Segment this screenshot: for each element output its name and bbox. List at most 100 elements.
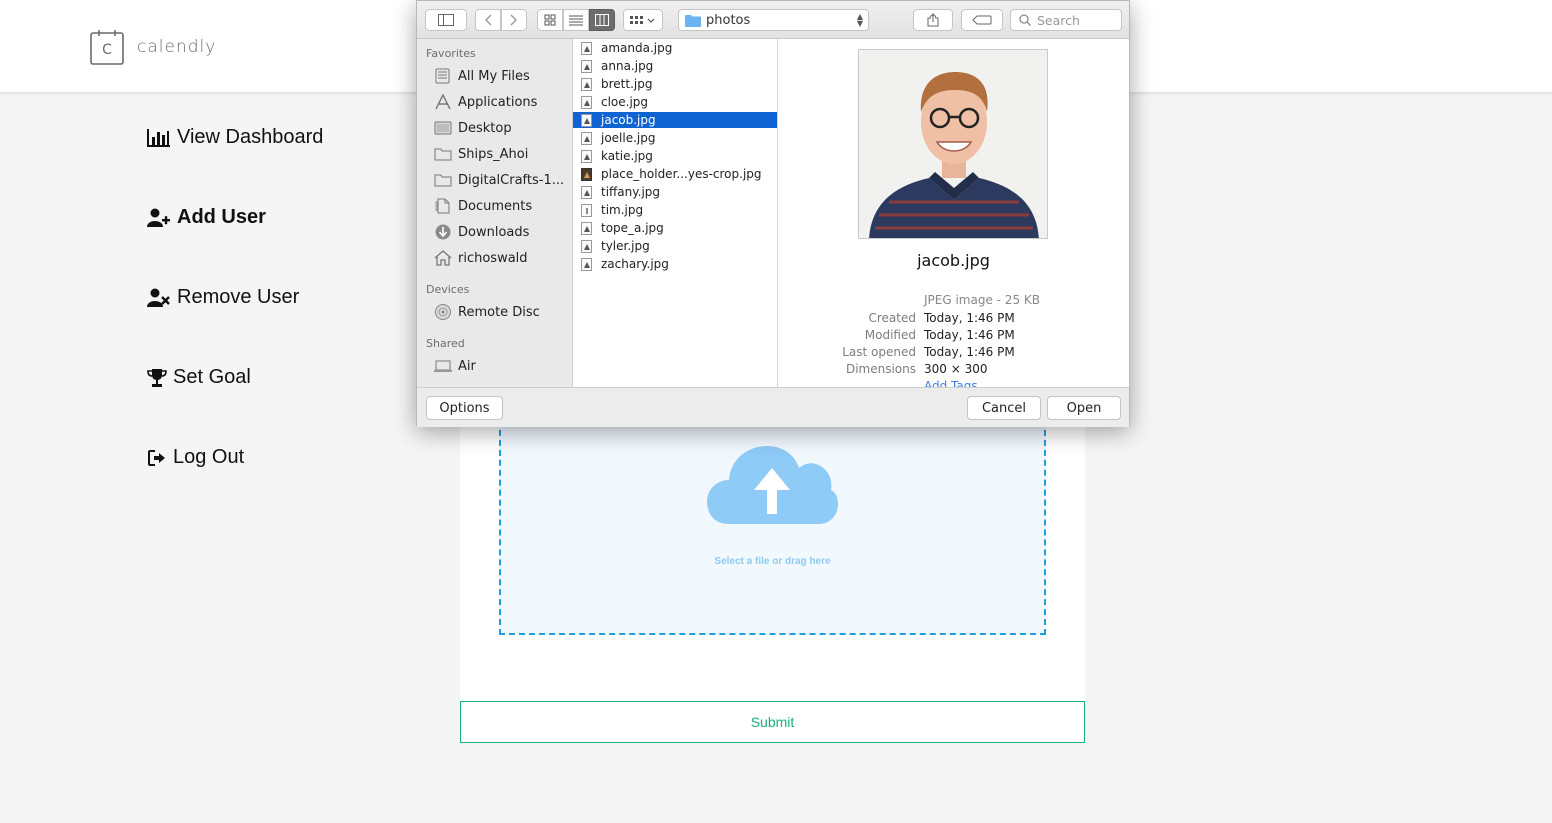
image-file-icon: [581, 167, 592, 181]
file-name: brett.jpg: [601, 77, 653, 91]
sidebar-item-digitalcrafts[interactable]: DigitalCrafts-1...: [434, 172, 564, 188]
file-row[interactable]: joelle.jpg: [573, 130, 777, 146]
list-icon: [569, 15, 583, 25]
file-row[interactable]: tiffany.jpg: [573, 184, 777, 200]
person-photo-icon: [859, 50, 1047, 238]
file-row[interactable]: tyler.jpg: [573, 238, 777, 254]
nav-set-goal[interactable]: Set Goal: [147, 366, 251, 389]
sidebar-label: Downloads: [458, 224, 530, 240]
back-button[interactable]: [475, 9, 501, 31]
file-row[interactable]: zachary.jpg: [573, 256, 777, 272]
sidebar-item-desktop[interactable]: Desktop: [434, 120, 512, 136]
sidebar-item-documents[interactable]: Documents: [434, 198, 532, 214]
file-row[interactable]: place_holder...yes-crop.jpg: [573, 166, 777, 182]
file-name: place_holder...yes-crop.jpg: [601, 167, 762, 181]
nav-add-user[interactable]: Add User: [147, 206, 266, 229]
list-view-button[interactable]: [563, 9, 589, 31]
share-button[interactable]: [913, 9, 953, 31]
sign-out-icon: [148, 449, 165, 466]
disc-icon: [435, 304, 451, 320]
desktop-icon: [434, 121, 452, 135]
file-name: tope_a.jpg: [601, 221, 664, 235]
cancel-button[interactable]: Cancel: [967, 396, 1041, 420]
file-row[interactable]: tim.jpg: [573, 202, 777, 218]
image-file-icon: [581, 59, 592, 73]
brand[interactable]: C calendly: [90, 29, 216, 65]
file-name: jacob.jpg: [601, 113, 656, 127]
sidebar-item-ships-ahoi[interactable]: Ships_Ahoi: [434, 146, 528, 162]
file-name: tyler.jpg: [601, 239, 650, 253]
column-view-button[interactable]: [589, 9, 615, 31]
file-row-selected[interactable]: jacob.jpg: [573, 112, 777, 128]
search-input[interactable]: Search: [1010, 9, 1122, 31]
file-name: zachary.jpg: [601, 257, 669, 271]
file-row[interactable]: brett.jpg: [573, 76, 777, 92]
documents-icon: [435, 198, 450, 214]
sidebar-label: richoswald: [458, 250, 528, 266]
file-row[interactable]: anna.jpg: [573, 58, 777, 74]
image-file-icon: [581, 95, 592, 109]
cloud-upload-icon: [707, 446, 838, 524]
svg-text:C: C: [102, 42, 112, 58]
meta-label: Dimensions: [845, 362, 916, 376]
open-button[interactable]: Open: [1047, 396, 1121, 420]
sidebar-label: DigitalCrafts-1...: [458, 172, 565, 188]
preview-created-row: Created Today, 1:46 PM: [778, 311, 1015, 325]
meta-label: Created: [868, 311, 917, 325]
tags-button[interactable]: [961, 9, 1003, 31]
updown-chevron-icon: ▲ ▼: [856, 12, 863, 28]
image-file-icon: [581, 77, 592, 91]
sidebar-icon: [438, 14, 454, 26]
sidebar-item-air[interactable]: Air: [434, 358, 476, 374]
bar-chart-icon: [147, 128, 170, 147]
preview-dimensions-row: Dimensions 300 × 300: [778, 362, 988, 376]
image-file-icon: [581, 185, 592, 199]
columns-icon: [595, 14, 609, 26]
nav-remove-user[interactable]: Remove User: [147, 286, 299, 309]
sidebar-item-richoswald[interactable]: richoswald: [434, 250, 528, 266]
path-dropdown[interactable]: photos ▲ ▼: [678, 9, 869, 31]
user-plus-icon: [147, 208, 170, 227]
image-file-icon: [581, 221, 592, 235]
search-icon: [1019, 14, 1031, 26]
folder-icon: [434, 174, 452, 187]
sidebar-item-all-my-files[interactable]: All My Files: [434, 68, 530, 84]
sidebar-label: Air: [458, 358, 476, 374]
nav-label: View Dashboard: [177, 126, 324, 148]
image-file-icon: [581, 149, 592, 163]
sidebar-item-applications[interactable]: Applications: [434, 94, 537, 110]
file-row[interactable]: amanda.jpg: [573, 40, 777, 56]
file-dropzone[interactable]: Select a file or drag here: [499, 410, 1046, 635]
dialog-toolbar: photos ▲ ▼ Search: [417, 1, 1129, 39]
arrange-menu-button[interactable]: [623, 9, 663, 31]
submit-button[interactable]: Submit: [460, 701, 1085, 743]
forward-button[interactable]: [501, 9, 527, 31]
folder-icon: [685, 14, 701, 27]
image-file-icon: [581, 41, 592, 55]
preview-file-name: jacob.jpg: [917, 251, 990, 270]
search-placeholder: Search: [1037, 12, 1080, 28]
sidebar-item-downloads[interactable]: Downloads: [434, 224, 529, 240]
image-file-icon: [581, 203, 592, 217]
all-files-icon: [435, 68, 450, 84]
trophy-icon: [147, 368, 167, 387]
preview-modified-row: Modified Today, 1:46 PM: [778, 328, 1015, 342]
toggle-sidebar-button[interactable]: [425, 9, 467, 31]
icon-view-button[interactable]: [537, 9, 563, 31]
nav-label: Remove User: [177, 286, 300, 308]
add-tags-link[interactable]: Add Tags...: [924, 379, 989, 387]
file-row[interactable]: tope_a.jpg: [573, 220, 777, 236]
nav-label: Log Out: [173, 446, 245, 468]
image-file-icon: [581, 239, 592, 253]
applications-icon: [435, 94, 451, 110]
sidebar-label: Desktop: [458, 120, 512, 136]
nav-view-dashboard[interactable]: View Dashboard: [147, 126, 323, 149]
sidebar-label: All My Files: [458, 68, 530, 84]
file-row[interactable]: cloe.jpg: [573, 94, 777, 110]
sidebar-item-remote-disc[interactable]: Remote Disc: [434, 304, 540, 320]
downloads-icon: [435, 224, 451, 240]
file-row[interactable]: katie.jpg: [573, 148, 777, 164]
options-button[interactable]: Options: [426, 396, 503, 420]
preview-opened-row: Last opened Today, 1:46 PM: [778, 345, 1014, 359]
nav-log-out[interactable]: Log Out: [147, 446, 244, 469]
